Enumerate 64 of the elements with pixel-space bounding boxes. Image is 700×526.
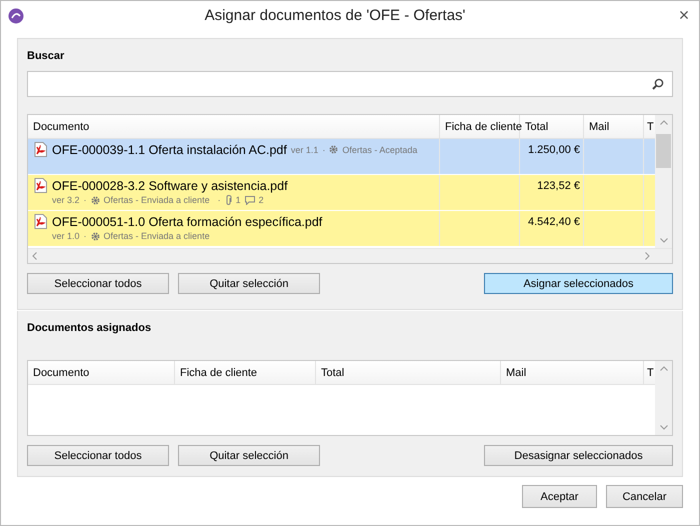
cancel-button[interactable]: Cancelar (606, 485, 683, 508)
document-status: Ofertas - Enviada a cliente (104, 231, 210, 241)
gear-icon (90, 232, 100, 240)
column-header[interactable]: T (644, 361, 655, 384)
select-all-button[interactable]: Seleccionar todos (27, 445, 169, 466)
column-header[interactable]: Mail (584, 115, 644, 138)
total-amount: 1.250,00 € (528, 144, 580, 156)
scroll-thumb[interactable] (656, 134, 671, 168)
pdf-file-icon (34, 214, 47, 229)
document-version: ver 1.1 (290, 144, 318, 154)
pdf-file-icon (34, 178, 47, 193)
clear-selection-button[interactable]: Quitar selección (178, 273, 320, 294)
document-row[interactable]: OFE-000028-3.2 Software y asistencia.pdf ver 3.2 · Ofertas - Enviada a cliente · 1 2 123,52 € (28, 175, 655, 211)
comment-icon (244, 196, 255, 204)
column-header[interactable]: Mail (501, 361, 644, 384)
scroll-up-icon[interactable] (660, 366, 668, 371)
unassign-selected-button[interactable]: Desasignar seleccionados (484, 445, 673, 466)
horizontal-scrollbar[interactable] (28, 248, 672, 263)
document-status: Ofertas - Enviada a cliente (104, 195, 210, 205)
vertical-scrollbar[interactable] (655, 115, 672, 248)
scroll-down-icon[interactable] (660, 425, 668, 430)
select-all-button[interactable]: Seleccionar todos (27, 273, 169, 294)
close-button[interactable]: × (669, 4, 699, 26)
scroll-left-icon[interactable] (32, 252, 37, 260)
scroll-down-icon[interactable] (660, 238, 668, 243)
app-logo-icon (8, 8, 24, 24)
total-amount: 123,52 € (537, 180, 580, 192)
document-row[interactable]: OFE-000051-1.0 Oferta formación específica.pdf ver 1.0 · Ofertas - Enviada a cliente 4.542,40 € (28, 211, 655, 247)
column-header[interactable]: Ficha de cliente (440, 115, 520, 138)
search-label: Buscar (27, 50, 64, 62)
document-row[interactable]: OFE-000039-1.1 Oferta instalación AC.pdf ver 1.1 · Ofertas - Aceptada 1.250,00 € (28, 139, 655, 175)
separator-dot: · (84, 231, 87, 241)
attachment-count: 1 (236, 195, 241, 205)
column-header[interactable]: T (644, 115, 655, 138)
comment-count: 2 (258, 195, 264, 205)
scroll-right-icon[interactable] (645, 252, 650, 260)
column-header[interactable]: Documento (28, 361, 175, 384)
window-title: Asignar documentos de 'OFE - Ofertas' (204, 7, 466, 24)
separator-dot: · (322, 144, 326, 154)
document-name: OFE-000039-1.1 Oferta instalación AC.pdf (52, 142, 287, 156)
gear-icon (90, 196, 100, 204)
separator-dot: · (218, 195, 221, 205)
clear-selection-button[interactable]: Quitar selección (178, 445, 320, 466)
pdf-file-icon (34, 142, 47, 157)
section-title: Documentos asignados (27, 322, 152, 334)
search-icon[interactable] (652, 78, 664, 90)
column-header[interactable]: Documento (28, 115, 440, 138)
assign-selected-button[interactable]: Asignar seleccionados (484, 273, 673, 294)
search-field[interactable] (27, 71, 673, 97)
accept-button[interactable]: Aceptar (522, 485, 597, 508)
document-version: ver 3.2 (52, 195, 80, 205)
total-amount: 4.542,40 € (528, 216, 580, 228)
document-name: OFE-000051-1.0 Oferta formación específica.pdf (52, 214, 322, 228)
column-header[interactable]: Ficha de cliente (175, 361, 316, 384)
vertical-scrollbar[interactable] (655, 361, 672, 435)
document-status: Ofertas - Aceptada (342, 144, 418, 154)
paperclip-icon (224, 195, 232, 205)
separator-dot: · (84, 195, 87, 205)
gear-icon (329, 145, 338, 154)
document-version: ver 1.0 (52, 231, 80, 241)
scroll-up-icon[interactable] (660, 120, 668, 125)
column-header[interactable]: Total (316, 361, 501, 384)
column-header[interactable]: Total (520, 115, 584, 138)
document-name: OFE-000028-3.2 Software y asistencia.pdf (52, 178, 288, 192)
